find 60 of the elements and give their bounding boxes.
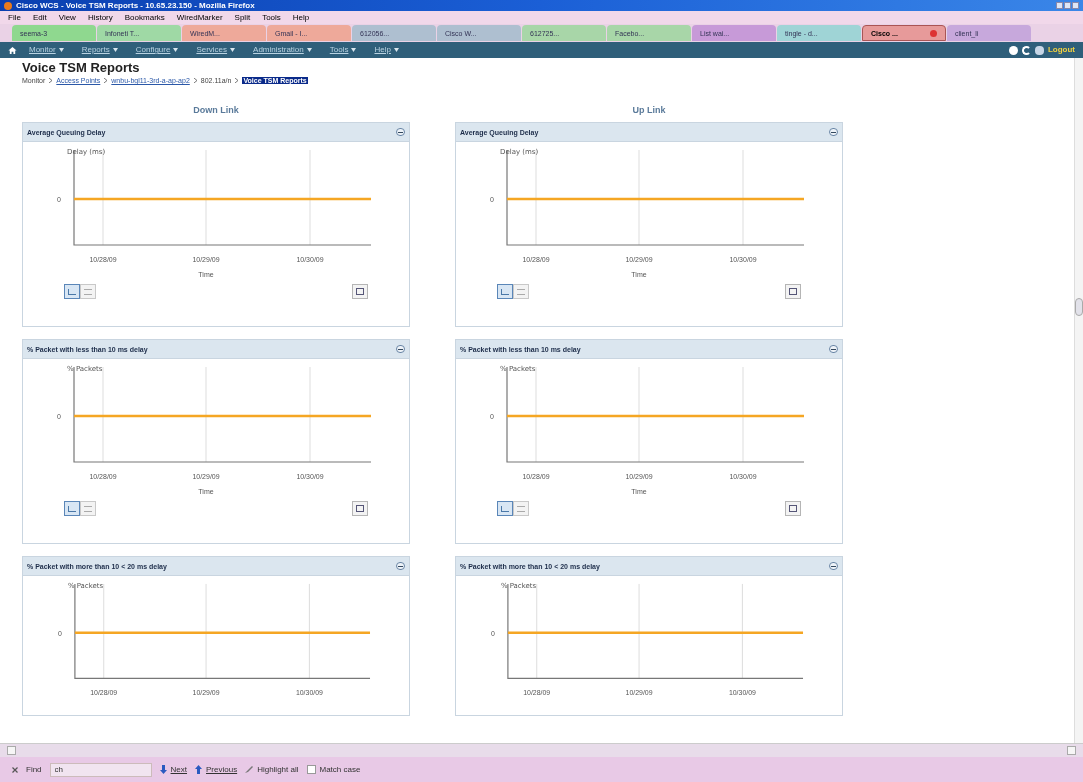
collapse-icon[interactable]	[396, 128, 405, 137]
nav-menu[interactable]: Configure	[135, 46, 179, 54]
menu-item[interactable]: WiredMarker	[176, 13, 223, 22]
logout-link[interactable]: Logout	[1047, 46, 1075, 54]
chevron-icon	[235, 78, 239, 84]
menu-item[interactable]: History	[87, 13, 113, 22]
menu-item[interactable]: File	[8, 13, 21, 22]
nav-menu[interactable]: Reports	[81, 46, 118, 54]
collapse-icon[interactable]	[396, 345, 405, 354]
export-button[interactable]	[785, 501, 801, 517]
column-heading: Down Link	[193, 106, 239, 118]
highlight-all-button[interactable]: Highlight all	[245, 765, 299, 774]
caret-icon	[58, 48, 64, 52]
export-button[interactable]	[352, 284, 368, 300]
next-button[interactable]: Next	[159, 765, 187, 774]
collapse-icon[interactable]	[829, 562, 838, 571]
menu-item[interactable]: Edit	[32, 13, 47, 22]
chart-view-button[interactable]	[497, 284, 513, 300]
match-case-label: Match case	[319, 765, 361, 774]
chart-view-button[interactable]	[64, 284, 80, 300]
nav-menu[interactable]: Monitor	[29, 46, 64, 54]
nav-menu[interactable]: Administration	[253, 46, 312, 54]
export-button[interactable]	[352, 501, 368, 517]
up-arrow-icon	[195, 765, 202, 774]
page-title: Voice TSM Reports	[22, 60, 141, 77]
menu-item[interactable]: Help	[292, 13, 310, 22]
pen-icon	[245, 766, 254, 773]
caret-icon	[306, 48, 312, 52]
menu-item[interactable]: View	[58, 13, 76, 22]
browser-logo-icon	[4, 1, 12, 10]
menu-item[interactable]: Bookmarks	[124, 13, 165, 22]
find-field[interactable]: ch	[49, 762, 152, 777]
chart-view-button[interactable]	[497, 501, 513, 517]
collapse-icon[interactable]	[396, 562, 405, 571]
column-heading: Up Link	[632, 106, 666, 118]
home-icon[interactable]	[8, 45, 17, 55]
refresh-icon[interactable]	[1021, 45, 1031, 55]
caret-icon	[230, 48, 236, 52]
caret-icon	[173, 48, 179, 52]
chart-view-button[interactable]	[64, 501, 80, 517]
find-label: Find	[26, 765, 42, 774]
caret-icon	[393, 48, 399, 52]
caret-icon	[351, 48, 357, 52]
chevron-icon	[104, 78, 108, 84]
export-button[interactable]	[785, 284, 801, 300]
match-case-checkbox[interactable]	[306, 765, 316, 774]
down-arrow-icon	[159, 765, 167, 774]
previous-button[interactable]: Previous	[195, 765, 238, 774]
menu-item[interactable]: Split	[234, 13, 251, 22]
chevron-icon	[49, 78, 53, 84]
nav-menu[interactable]: Tools	[329, 46, 357, 54]
collapse-icon[interactable]	[829, 345, 838, 354]
window-title: Cisco WCS - Voice TSM Reports - 10.65.23.150 - Mozilla Firefox	[16, 1, 256, 10]
caret-icon	[112, 48, 118, 52]
chevron-icon	[193, 78, 197, 84]
menu-item[interactable]: Tools	[262, 13, 281, 22]
nav-menu[interactable]: Help	[374, 46, 399, 54]
vertical-scrollbar[interactable]	[1074, 58, 1083, 743]
collapse-icon[interactable]	[829, 128, 838, 137]
nav-menu[interactable]: Services	[196, 46, 236, 54]
